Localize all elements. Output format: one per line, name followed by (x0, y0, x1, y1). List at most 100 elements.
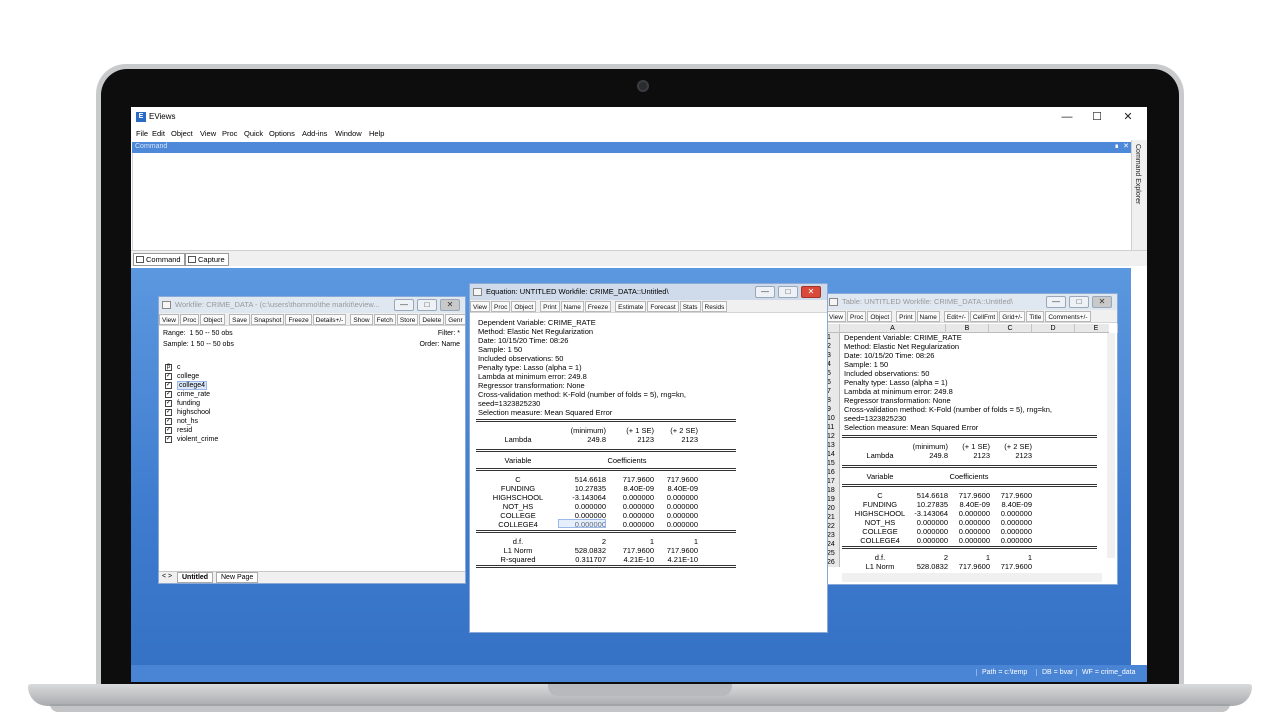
close-pane-icon[interactable]: ✕ (1123, 142, 1129, 150)
workfile-object-crime-rate[interactable]: ✓ crime_rate (165, 390, 218, 399)
equation-estimate-button[interactable]: Estimate (615, 301, 647, 312)
page-nav-arrows[interactable]: < > (162, 573, 172, 580)
workfile-close-icon[interactable]: ✕ (440, 299, 460, 311)
menu-proc[interactable]: Proc (222, 129, 237, 138)
status-path[interactable]: Path = c:\temp (976, 669, 1027, 676)
equation-restore-icon[interactable]: □ (778, 286, 798, 298)
workfile-restore-icon[interactable]: □ (417, 299, 437, 311)
table-cell: 8.40E-09 (959, 500, 990, 509)
table-object-button[interactable]: Object (867, 311, 893, 322)
menu-options[interactable]: Options (269, 129, 295, 138)
table-column-e[interactable]: E (1075, 324, 1118, 333)
page-tab-untitled[interactable]: Untitled (177, 572, 214, 583)
tab-command[interactable]: Command (133, 253, 185, 266)
menu-edit[interactable]: Edit (152, 129, 165, 138)
workfile-object-college[interactable]: ✓ college (165, 372, 218, 381)
table-vertical-scrollbar[interactable] (1107, 333, 1115, 558)
status-wf[interactable]: WF = crime_data (1076, 669, 1136, 676)
workfile-object-resid[interactable]: ✓ resid (165, 426, 218, 435)
tab-capture[interactable]: Capture (185, 253, 229, 266)
workfile-object-highschool[interactable]: ✓ highschool (165, 408, 218, 417)
workfile-object-button[interactable]: Object (200, 314, 226, 325)
workfile-object-label: highschool (177, 409, 211, 416)
workfile-filter[interactable]: Filter: * (438, 330, 460, 337)
table-name-button[interactable]: Name (916, 311, 940, 322)
table-print-button[interactable]: Print (896, 311, 916, 322)
equation-close-icon[interactable]: ✕ (801, 286, 821, 298)
table-restore-icon[interactable]: □ (1069, 296, 1089, 308)
table-proc-button[interactable]: Proc (846, 311, 867, 322)
workfile-save-button[interactable]: Save (229, 314, 250, 325)
workfile-show-button[interactable]: Show (350, 314, 373, 325)
workfile-fetch-button[interactable]: Fetch (373, 314, 396, 325)
table-column-a[interactable]: A (840, 324, 946, 333)
sample-value[interactable]: 1 50 -- 50 obs (191, 341, 234, 348)
workfile-object-violent-crime[interactable]: ✓ violent_crime (165, 435, 218, 444)
workfile-store-button[interactable]: Store (396, 314, 419, 325)
equation-print-button[interactable]: Print (540, 301, 560, 312)
workfile-object-funding[interactable]: ✓ funding (165, 399, 218, 408)
workfile-details-button[interactable]: Details+/- (312, 314, 347, 325)
workfile-object-label: resid (177, 427, 193, 434)
table-view-button[interactable]: View (826, 311, 846, 322)
equation-selected-cell[interactable] (558, 519, 606, 528)
table-horizontal-scrollbar[interactable] (842, 573, 1102, 582)
equation-proc-button[interactable]: Proc (490, 301, 511, 312)
equation-object-button[interactable]: Object (511, 301, 537, 312)
equation-rule (476, 419, 736, 422)
maximize-icon[interactable]: ☐ (1085, 110, 1109, 124)
workfile-object-college4[interactable]: ✓ college4 (165, 381, 218, 390)
equation-freeze-button[interactable]: Freeze (584, 301, 612, 312)
menu-file[interactable]: File (136, 129, 148, 138)
workfile-view-button[interactable]: View (159, 314, 179, 325)
pin-icon[interactable]: ∎ (1115, 142, 1119, 150)
page-tab-new-page[interactable]: New Page (216, 572, 259, 583)
range-value[interactable]: 1 50 -- 50 obs (189, 330, 232, 337)
equation-window[interactable]: Equation: UNTITLED Workfile: CRIME_DATA:… (469, 283, 828, 633)
table-column-d[interactable]: D (1032, 324, 1075, 333)
table-grid-button[interactable]: Grid+/- (999, 311, 1026, 322)
workfile-delete-button[interactable]: Delete (419, 314, 445, 325)
menu-view[interactable]: View (200, 129, 216, 138)
table-window[interactable]: Table: UNTITLED Workfile: CRIME_DATA::Un… (825, 293, 1118, 585)
workfile-genr-button[interactable]: Genr (445, 314, 465, 325)
equation-forecast-button[interactable]: Forecast (647, 301, 679, 312)
status-db[interactable]: DB = bvar (1036, 669, 1073, 676)
table-comments-button[interactable]: Comments+/- (1045, 311, 1091, 322)
menu-add-ins[interactable]: Add-ins (302, 129, 327, 138)
table-cell: 2 (943, 553, 948, 562)
table-minimize-icon[interactable]: — (1046, 296, 1066, 308)
table-cell: 0.000000 (1000, 527, 1032, 536)
workfile-object-not-hs[interactable]: ✓ not_hs (165, 417, 218, 426)
table-cellfmt-button[interactable]: CellFmt (969, 311, 999, 322)
equation-name-button[interactable]: Name (560, 301, 584, 312)
close-icon[interactable]: ✕ (1116, 110, 1140, 124)
table-title-button[interactable]: Title (1026, 311, 1045, 322)
equation-cell: HIGHSCHOOL (492, 493, 544, 502)
equation-stats-button[interactable]: Stats (679, 301, 701, 312)
workfile-snapshot-button[interactable]: Snapshot (250, 314, 285, 325)
workfile-freeze-button[interactable]: Freeze (285, 314, 312, 325)
workfile-window[interactable]: Workfile: CRIME_DATA - (c:\users\thommo\… (158, 296, 466, 584)
workfile-proc-button[interactable]: Proc (179, 314, 200, 325)
menu-window[interactable]: Window (335, 129, 362, 138)
workfile-order[interactable]: Order: Name (420, 341, 460, 348)
table-column-b[interactable]: B (946, 324, 989, 333)
equation-view-button[interactable]: View (470, 301, 490, 312)
menu-quick[interactable]: Quick (244, 129, 263, 138)
command-input-area[interactable] (132, 153, 1131, 250)
workfile-minimize-icon[interactable]: — (394, 299, 414, 311)
minimize-icon[interactable]: — (1055, 110, 1079, 124)
equation-minimize-icon[interactable]: — (755, 286, 775, 298)
menu-object[interactable]: Object (171, 129, 193, 138)
series-icon: ✓ (165, 427, 172, 434)
table-close-icon[interactable]: ✕ (1092, 296, 1112, 308)
workfile-object-c[interactable]: βc (165, 363, 218, 372)
command-pane-header: Command ∎ ✕ (132, 142, 1131, 153)
table-column-c[interactable]: C (989, 324, 1032, 333)
command-explorer-tab[interactable]: Command Explorer (1131, 140, 1147, 250)
menu-help[interactable]: Help (369, 129, 384, 138)
equation-cell: COLLEGE4 (498, 520, 538, 529)
table-edit-button[interactable]: Edit+/- (943, 311, 969, 322)
equation-resids-button[interactable]: Resids (701, 301, 728, 312)
